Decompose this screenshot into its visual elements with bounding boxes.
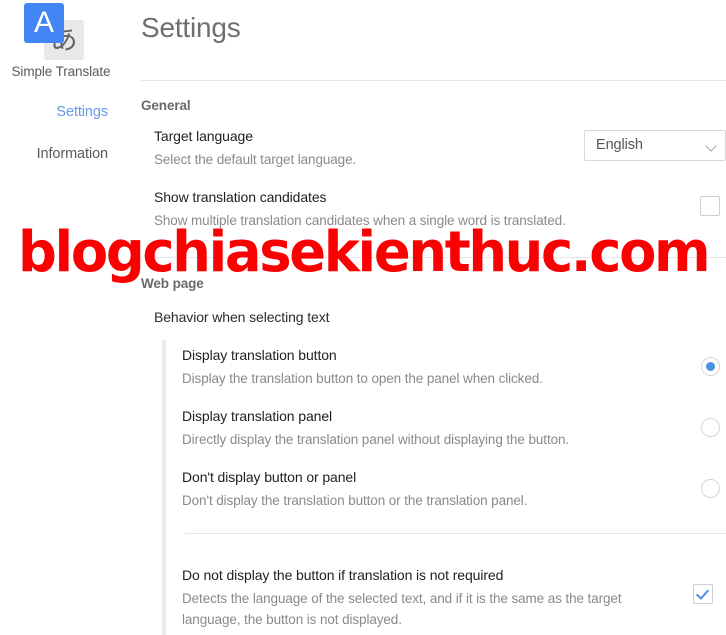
row-description: Select the default target language.	[154, 152, 357, 167]
row-title: Show translation candidates	[154, 189, 327, 205]
row-dont-display-button-or-panel: Don't display button or panel Don't disp…	[182, 469, 682, 511]
row-title: Do not display the button if translation…	[182, 567, 504, 583]
do-not-display-button-checkbox[interactable]	[693, 584, 713, 604]
sidebar-item-settings[interactable]: Settings	[56, 104, 108, 120]
chevron-down-icon	[705, 140, 717, 152]
radio-selected-dot	[706, 362, 715, 371]
page-title: Settings	[141, 12, 241, 43]
sidebar-item-information[interactable]: Information	[37, 146, 109, 162]
app-logo: A あ	[24, 3, 88, 61]
settings-page: A あ Simple Translate Settings Informatio…	[0, 0, 726, 635]
row-description: Directly display the translation panel w…	[182, 432, 570, 447]
radio-dont-display-button-or-panel[interactable]	[701, 479, 720, 498]
radio-display-translation-button[interactable]	[701, 357, 720, 376]
section-title-general: General	[141, 98, 191, 113]
row-title: Don't display button or panel	[182, 469, 357, 485]
row-description: Don't display the translation button or …	[182, 493, 528, 508]
header-divider	[141, 80, 726, 81]
row-title: Target language	[154, 128, 253, 144]
sidebar: A あ Simple Translate Settings Informatio…	[0, 0, 122, 635]
brand-name: Simple Translate	[11, 64, 111, 79]
row-display-translation-panel: Display translation panel Directly displ…	[182, 408, 682, 450]
target-language-value: English	[596, 137, 643, 153]
row-do-not-display-button-if-not-required: Do not display the button if translation…	[182, 567, 672, 630]
row-display-translation-button: Display translation button Display the t…	[182, 347, 682, 389]
checkmark-icon	[695, 586, 710, 600]
radio-group-indent-bar	[162, 340, 166, 635]
inner-divider	[185, 533, 726, 534]
show-translation-candidates-checkbox[interactable]	[700, 196, 720, 216]
watermark-text: blogchiasekienthuc.com	[18, 220, 711, 285]
row-description: Detects the language of the selected tex…	[182, 591, 622, 627]
row-title: Display translation button	[182, 347, 337, 363]
row-target-language: Target language Select the default targe…	[154, 128, 574, 170]
target-language-select[interactable]: English	[584, 130, 726, 161]
subsection-behavior-when-selecting-text: Behavior when selecting text	[154, 309, 330, 325]
radio-display-translation-panel[interactable]	[701, 418, 720, 437]
content-area: Settings General Target language Select …	[122, 0, 726, 635]
row-description: Display the translation button to open t…	[182, 371, 543, 386]
logo-letter-a-icon: A	[24, 3, 64, 43]
row-title: Display translation panel	[182, 408, 333, 424]
